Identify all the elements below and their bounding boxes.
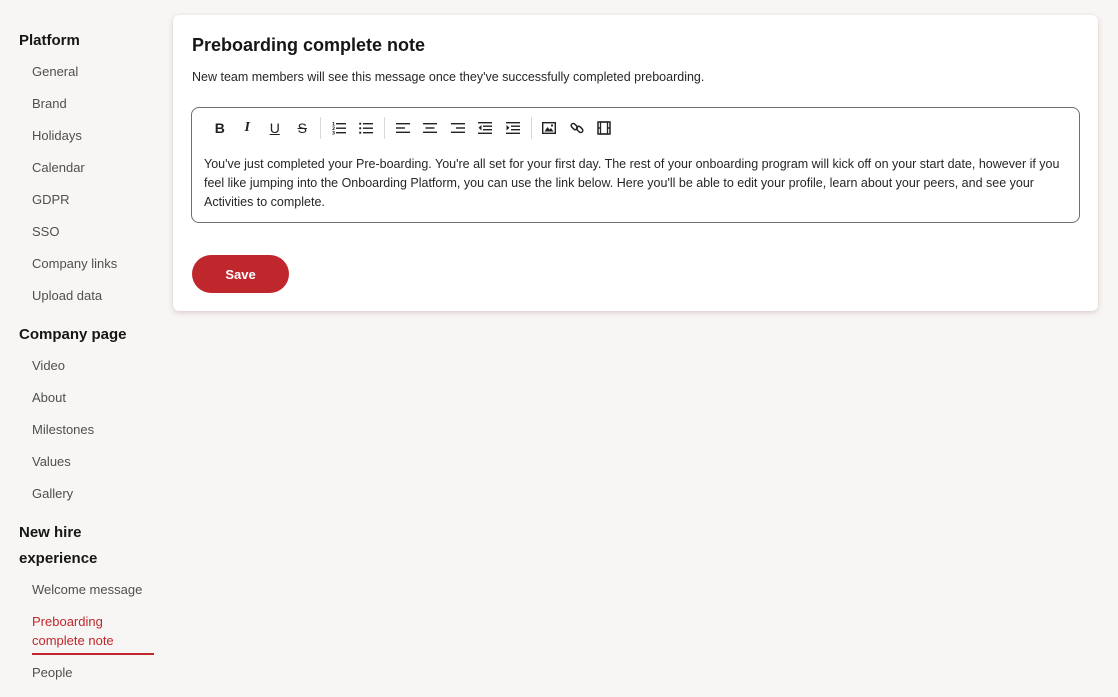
sidebar-item-gallery[interactable]: Gallery	[32, 484, 154, 503]
align-center-icon[interactable]	[417, 117, 445, 139]
sidebar-item-general[interactable]: General	[32, 62, 154, 81]
section-title-platform: Platform	[19, 32, 80, 49]
sidebar-item-preboarding-complete-note[interactable]: Preboarding complete note	[32, 612, 154, 655]
video-icon[interactable]	[591, 117, 619, 139]
sidebar-item-gdpr[interactable]: GDPR	[32, 190, 154, 209]
sidebar-item-people[interactable]: People	[32, 663, 154, 682]
sidebar-item-upload-data[interactable]: Upload data	[32, 286, 154, 305]
sidebar-item-company-links[interactable]: Company links	[32, 254, 154, 273]
editor-toolbar: B I U S 123	[206, 117, 618, 139]
toolbar-divider	[384, 117, 385, 139]
save-button[interactable]: Save	[192, 255, 289, 293]
page-title: Preboarding complete note	[192, 35, 426, 55]
image-icon[interactable]	[536, 117, 564, 139]
indent-icon[interactable]	[499, 117, 527, 139]
outdent-icon[interactable]	[472, 117, 500, 139]
sidebar-item-brand[interactable]: Brand	[32, 94, 154, 113]
bold-icon[interactable]: B	[206, 117, 234, 139]
svg-text:3: 3	[332, 131, 335, 136]
link-icon[interactable]	[563, 117, 591, 139]
sidebar-item-values[interactable]: Values	[32, 452, 154, 471]
sidebar-item-sso[interactable]: SSO	[32, 222, 154, 241]
align-right-icon[interactable]	[444, 117, 472, 139]
sidebar-item-calendar[interactable]: Calendar	[32, 158, 154, 177]
preboarding-note-card: Preboarding complete note New team membe…	[173, 15, 1098, 311]
sidebar: Platform General Brand Holidays Calendar…	[0, 0, 165, 697]
sidebar-item-holidays[interactable]: Holidays	[32, 126, 154, 145]
rich-text-editor[interactable]: B I U S 123 You've just completed your P…	[191, 107, 1080, 223]
sidebar-item-milestones[interactable]: Milestones	[32, 420, 154, 439]
toolbar-divider	[530, 117, 532, 139]
toolbar-divider	[320, 117, 321, 139]
sidebar-item-label: Preboarding	[32, 614, 103, 629]
italic-icon[interactable]: I	[234, 117, 262, 139]
underline-icon[interactable]: U	[261, 117, 289, 139]
section-title-company-page: Company page	[19, 326, 127, 343]
editor-content[interactable]: You've just completed your Pre-boarding.…	[204, 155, 1070, 212]
section-title-new-hire: New hire	[19, 524, 82, 541]
bullet-list-icon[interactable]	[353, 117, 381, 139]
sidebar-item-about[interactable]: About	[32, 388, 154, 407]
ordered-list-icon[interactable]: 123	[325, 117, 353, 139]
strikethrough-icon[interactable]: S	[289, 117, 317, 139]
sidebar-item-welcome-message[interactable]: Welcome message	[32, 580, 154, 599]
sidebar-item-label: complete note	[32, 633, 114, 648]
page-description: New team members will see this message o…	[192, 70, 705, 84]
align-left-icon[interactable]	[389, 117, 417, 139]
section-title-new-hire-line2: experience	[19, 550, 98, 567]
sidebar-item-video[interactable]: Video	[32, 356, 154, 375]
